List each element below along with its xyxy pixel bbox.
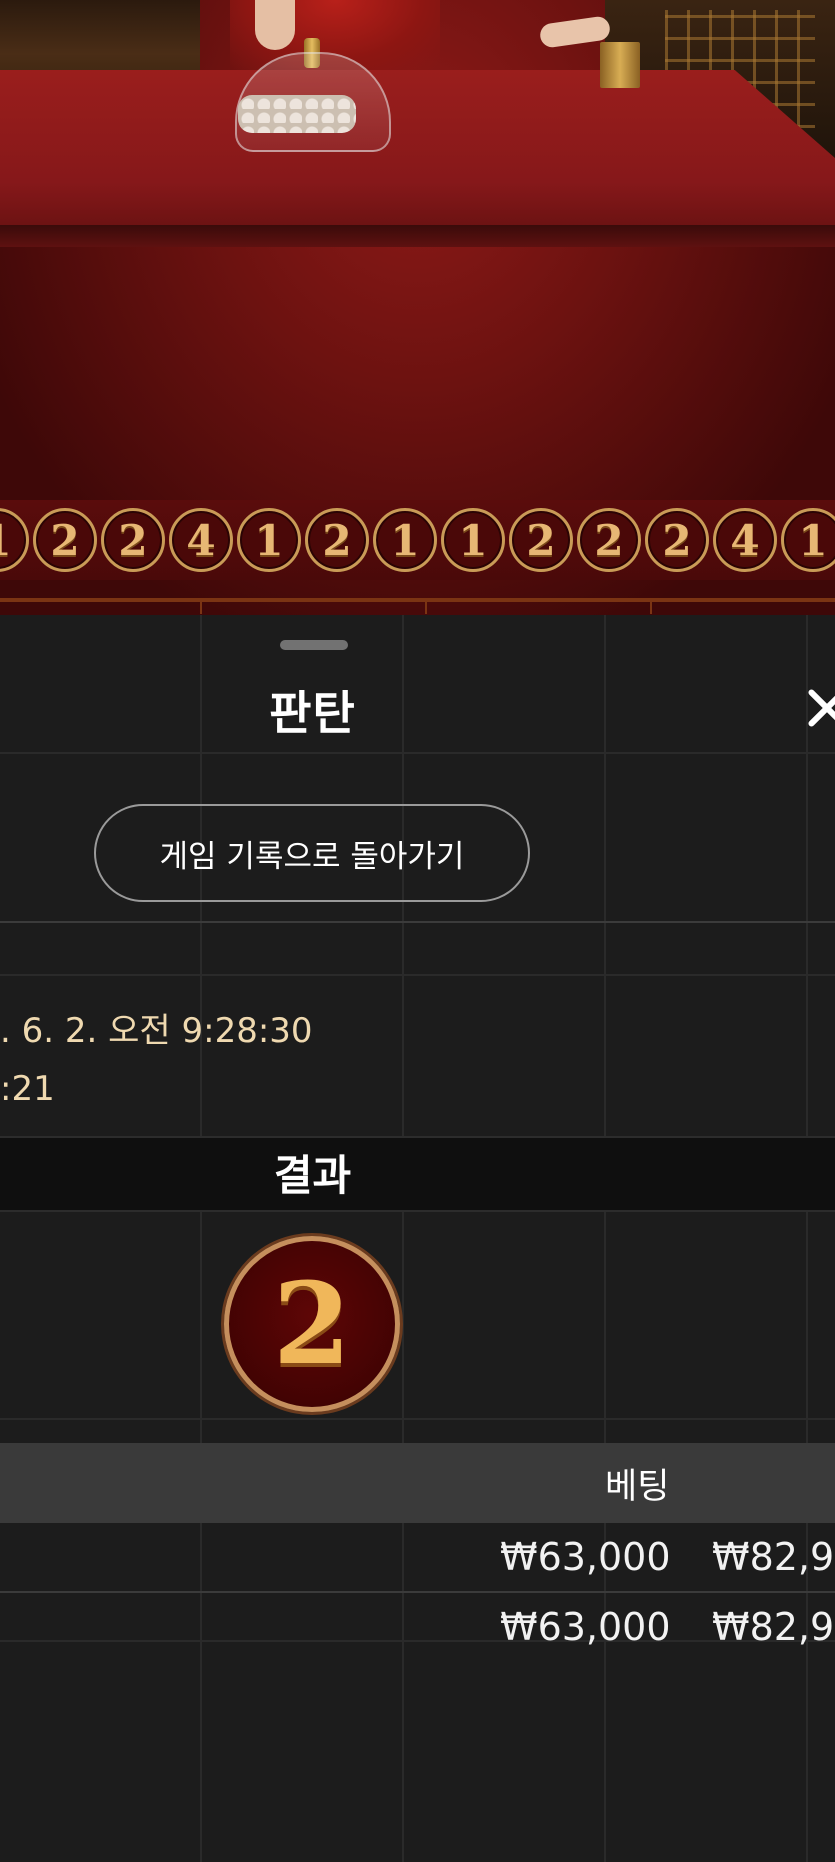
sheet-title: 판탄 [269,686,356,740]
round-datetime: . 6. 2. 오전 9:28:30 [0,1011,313,1051]
history-result-coin: 1 [781,508,835,572]
beads-pile [238,95,356,133]
bet-amount: ₩63,000 [500,1535,671,1579]
back-to-history-button[interactable]: 게임 기록으로 돌아가기 [94,804,530,902]
result-number-coin: 2 [224,1236,400,1412]
divider [0,921,835,923]
history-result-coin: 4 [713,508,777,572]
history-result-coin: 4 [169,508,233,572]
history-result-coin: 2 [33,508,97,572]
result-title: 결과 [273,1151,352,1200]
history-result-coin: 1 [237,508,301,572]
live-video: 12241211222411 [0,0,835,615]
history-road-strip: 12241211222411 [0,502,835,576]
road-ticks [0,602,835,614]
drag-handle[interactable] [280,640,348,650]
table-edge [0,225,835,247]
history-result-coin: 1 [0,508,29,572]
history-result-coin: 1 [373,508,437,572]
bet-row: ₩63,000 ₩82,9 [0,1593,835,1663]
round-id: :21 [0,1069,55,1109]
dealer-arm [255,0,295,50]
bet-row: ₩63,000 ₩82,9 [0,1523,835,1593]
bet-table-header [0,1443,835,1523]
history-detail-sheet: 판탄 게임 기록으로 돌아가기 . 6. 2. 오전 9:28:30 :21 [0,615,835,1862]
payout-amount: ₩82,9 [712,1605,835,1649]
history-result-coin: 1 [441,508,505,572]
close-icon[interactable] [802,683,835,733]
history-result-coin: 2 [509,508,573,572]
payout-amount: ₩82,9 [712,1535,835,1579]
gold-cup [600,42,640,88]
background-ghost-grid [0,615,835,1862]
bet-column-header: 베팅 [605,1467,670,1507]
history-result-coin: 2 [305,508,369,572]
game-table [0,70,835,230]
history-result-coin: 2 [645,508,709,572]
history-result-coin: 2 [101,508,165,572]
bet-amount: ₩63,000 [500,1605,671,1649]
history-result-coin: 2 [577,508,641,572]
